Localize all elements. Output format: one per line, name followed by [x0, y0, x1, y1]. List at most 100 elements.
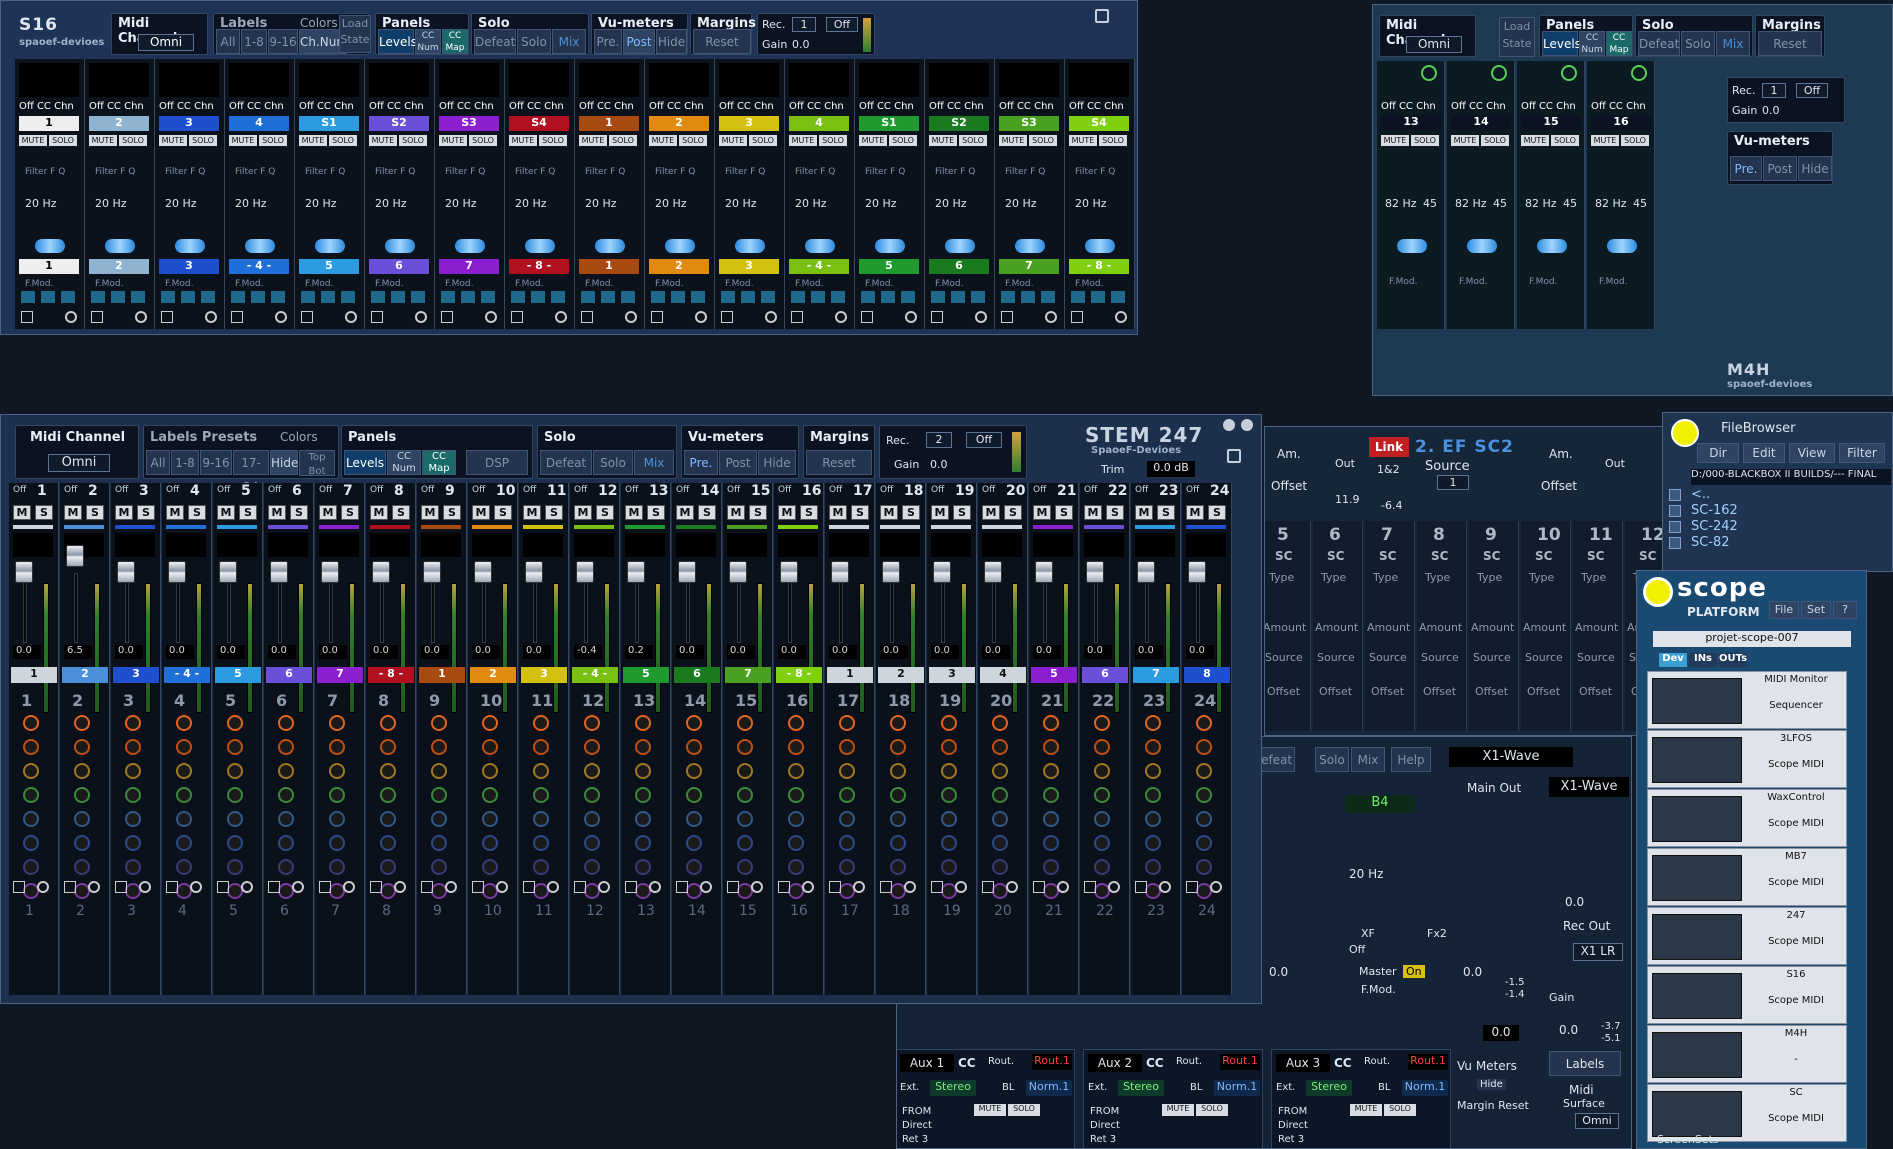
- stem-menu-icon[interactable]: [1227, 449, 1241, 463]
- automation-a-button[interactable]: [581, 291, 595, 303]
- stem-knob[interactable]: [1145, 835, 1161, 851]
- stem-knob[interactable]: [227, 835, 243, 851]
- m4h-solo-button[interactable]: SOLO: [1481, 135, 1509, 146]
- stem-knob[interactable]: [533, 763, 549, 779]
- power-icon[interactable]: [1115, 311, 1127, 323]
- stem-knob[interactable]: [380, 739, 396, 755]
- stem-w-button[interactable]: [64, 881, 76, 893]
- stem-knob[interactable]: [329, 835, 345, 851]
- power-icon[interactable]: [975, 311, 987, 323]
- stem-mute-button[interactable]: M: [880, 505, 898, 520]
- stem-knob[interactable]: [1094, 715, 1110, 731]
- stem-power-icon[interactable]: [853, 881, 865, 893]
- automation-a-button[interactable]: [341, 291, 355, 303]
- stem-power-icon[interactable]: [394, 881, 406, 893]
- w-button[interactable]: [1001, 311, 1013, 323]
- m4h-pan-control[interactable]: [1397, 239, 1427, 253]
- stem-fader-cap[interactable]: [321, 561, 339, 583]
- automation-a-button[interactable]: [901, 291, 915, 303]
- stem-post-button[interactable]: Post: [719, 450, 757, 475]
- stem-knob[interactable]: [1196, 787, 1212, 803]
- stem-defeat-button[interactable]: Defeat: [540, 450, 592, 475]
- stem-knob[interactable]: [227, 715, 243, 731]
- stem-knob[interactable]: [992, 715, 1008, 731]
- stem-power-icon[interactable]: [1159, 881, 1171, 893]
- stem-knob[interactable]: [635, 787, 651, 803]
- automation-a-button[interactable]: [861, 291, 875, 303]
- stem-knob[interactable]: [839, 715, 855, 731]
- automation-a-button[interactable]: [271, 291, 285, 303]
- m4h-knob-green[interactable]: [1421, 65, 1437, 81]
- automation-a-button[interactable]: [741, 291, 755, 303]
- stem-knob[interactable]: [431, 715, 447, 731]
- stem-knob[interactable]: [1094, 811, 1110, 827]
- mute-button[interactable]: MUTE: [159, 135, 187, 146]
- stem-knob[interactable]: [584, 763, 600, 779]
- x1-omni-select[interactable]: Omni: [1575, 1113, 1619, 1129]
- stem-solo-button[interactable]: S: [392, 505, 410, 520]
- labels-button[interactable]: Labels: [1549, 1051, 1621, 1076]
- stem-dsp-button[interactable]: DSP: [466, 450, 528, 475]
- automation-a-button[interactable]: [601, 291, 615, 303]
- scope-device[interactable]: MB7 Scope MIDI: [1647, 848, 1847, 906]
- pan-control[interactable]: [595, 239, 625, 253]
- automation-a-button[interactable]: [481, 291, 495, 303]
- stem-knob[interactable]: [992, 811, 1008, 827]
- stem-knob[interactable]: [1043, 763, 1059, 779]
- stem-fader-cap[interactable]: [423, 561, 441, 583]
- stem-knob[interactable]: [329, 859, 345, 875]
- stem-fader-cap[interactable]: [15, 561, 33, 583]
- mute-button[interactable]: MUTE: [929, 135, 957, 146]
- stem-knob[interactable]: [839, 763, 855, 779]
- aux-stereo-button[interactable]: Stereo: [930, 1080, 976, 1096]
- automation-a-button[interactable]: [551, 291, 565, 303]
- fb-filter-button[interactable]: Filter: [1839, 443, 1885, 463]
- stem-power-icon[interactable]: [547, 881, 559, 893]
- automation-a-button[interactable]: [671, 291, 685, 303]
- x1-solo-button[interactable]: Solo: [1315, 747, 1349, 772]
- stem-w-button[interactable]: [1135, 881, 1147, 893]
- solo-button[interactable]: SOLO: [1099, 135, 1127, 146]
- stem-knob[interactable]: [788, 835, 804, 851]
- stem-knob[interactable]: [1196, 715, 1212, 731]
- stem-knob[interactable]: [890, 787, 906, 803]
- stem-mute-button[interactable]: M: [727, 505, 745, 520]
- stem-9-16-button[interactable]: 9-16: [200, 450, 232, 475]
- aux-rout-button[interactable]: Rout.1: [1220, 1054, 1260, 1070]
- automation-a-button[interactable]: [531, 291, 545, 303]
- stem-w-button[interactable]: [829, 881, 841, 893]
- stem-power-icon[interactable]: [37, 881, 49, 893]
- labels-9-16-button[interactable]: 9-16: [268, 29, 298, 54]
- automation-a-button[interactable]: [1041, 291, 1055, 303]
- stem-knob[interactable]: [227, 787, 243, 803]
- stem-knob[interactable]: [533, 859, 549, 875]
- stem-knob[interactable]: [176, 715, 192, 731]
- stem-knob[interactable]: [1196, 811, 1212, 827]
- stem-knob[interactable]: [941, 739, 957, 755]
- stem-mute-button[interactable]: M: [217, 505, 235, 520]
- fb-edit-button[interactable]: Edit: [1743, 443, 1785, 463]
- stem-knob[interactable]: [1043, 835, 1059, 851]
- stem-w-button[interactable]: [319, 881, 331, 893]
- m4h-pre-button[interactable]: Pre.: [1730, 156, 1762, 181]
- stem-knob[interactable]: [686, 835, 702, 851]
- stem-knob[interactable]: [686, 811, 702, 827]
- trim-value[interactable]: 0.0 dB: [1147, 461, 1195, 477]
- stem-mute-button[interactable]: M: [115, 505, 133, 520]
- w-button[interactable]: [651, 311, 663, 323]
- stem-knob[interactable]: [1043, 739, 1059, 755]
- stem-knob[interactable]: [839, 859, 855, 875]
- stem-solo-button[interactable]: S: [545, 505, 563, 520]
- aux-norm-button[interactable]: Norm.1: [1214, 1080, 1260, 1096]
- stem-knob[interactable]: [329, 811, 345, 827]
- stem-power-icon[interactable]: [1210, 881, 1222, 893]
- power-icon[interactable]: [65, 311, 77, 323]
- m4h-knob-green[interactable]: [1491, 65, 1507, 81]
- stem-power-icon[interactable]: [751, 881, 763, 893]
- automation-a-button[interactable]: [111, 291, 125, 303]
- stem-knob[interactable]: [380, 811, 396, 827]
- stem-knob[interactable]: [176, 835, 192, 851]
- stem-solo-button[interactable]: S: [137, 505, 155, 520]
- stem-power-icon[interactable]: [1006, 881, 1018, 893]
- aux-solo-button[interactable]: SOLO: [1008, 1104, 1040, 1116]
